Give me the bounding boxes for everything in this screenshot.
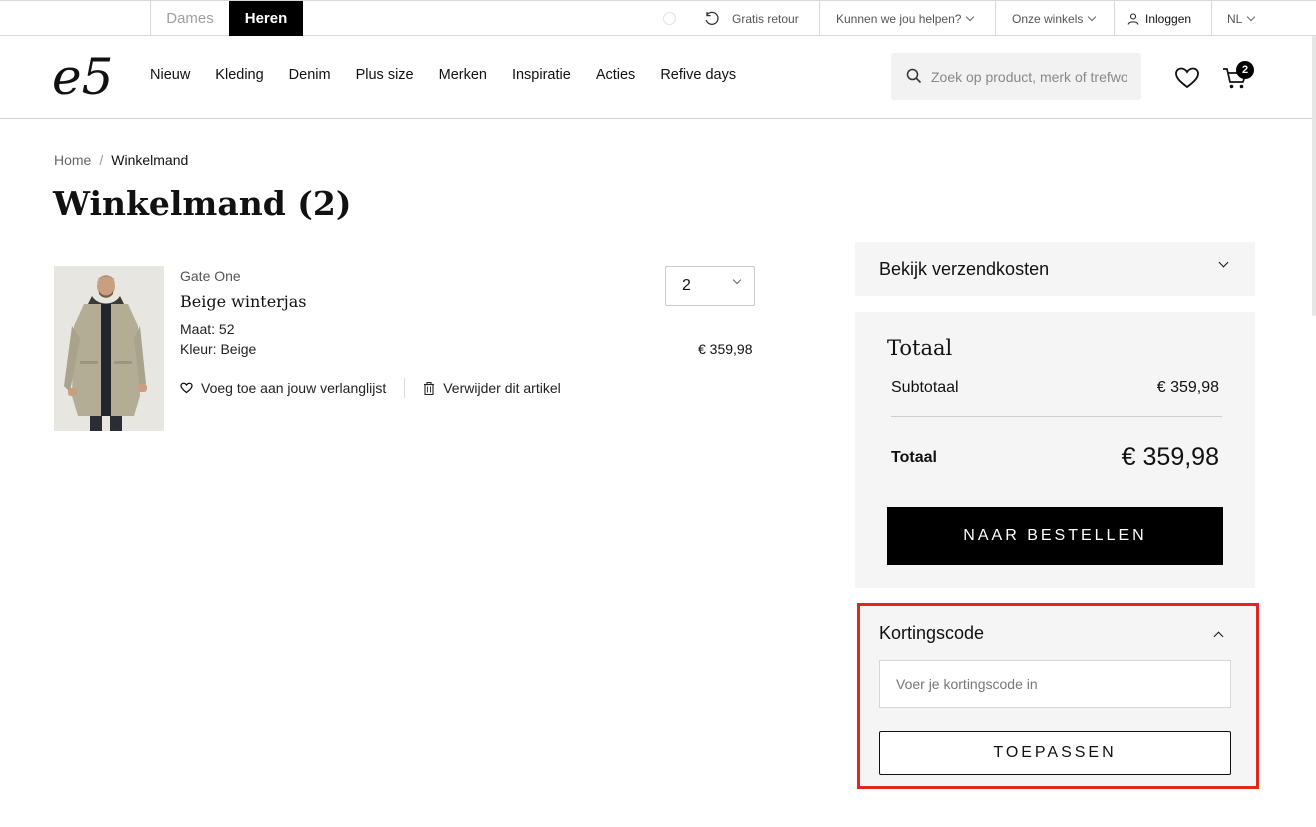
discount-title[interactable]: Kortingscode (879, 623, 984, 644)
discount-code-input[interactable] (879, 660, 1231, 708)
quantity-value: 2 (682, 277, 691, 294)
chevron-down-icon (1088, 12, 1097, 21)
nav-item-acties[interactable]: Acties (596, 67, 636, 83)
order-totals-panel: Totaal Subtotaal € 359,98 Totaal € 359,9… (855, 312, 1255, 588)
search-icon[interactable] (906, 68, 922, 84)
color-value: Beige (220, 341, 257, 357)
nav-item-nieuw[interactable]: Nieuw (150, 67, 190, 83)
gender-tab-heren[interactable]: Heren (229, 1, 303, 36)
discount-code-panel: Kortingscode TOEPASSEN (857, 603, 1259, 789)
user-icon (1127, 12, 1139, 25)
language-label: NL (1227, 11, 1243, 26)
item-price: € 359,98 (698, 341, 753, 357)
nav-item-merken[interactable]: Merken (439, 67, 487, 83)
subtotal-label: Subtotaal (891, 379, 959, 396)
product-image[interactable] (54, 266, 164, 431)
main-header: e5 Nieuw Kleding Denim Plus size Merken … (0, 36, 1316, 119)
size-value: 52 (218, 321, 235, 337)
info-icon (663, 12, 676, 25)
remove-label: Verwijder dit artikel (443, 380, 561, 396)
help-label: Kunnen we jou helpen? (836, 11, 962, 26)
main-navigation: Nieuw Kleding Denim Plus size Merken Ins… (150, 67, 761, 83)
chevron-down-icon (1218, 257, 1229, 268)
e5-logo[interactable]: e5 (52, 50, 112, 106)
action-divider (404, 378, 406, 398)
page-title: Winkelmand (2) (53, 184, 352, 223)
login-label: Inloggen (1145, 11, 1192, 26)
product-brand: Gate One (180, 268, 241, 284)
search-box (891, 53, 1141, 100)
nav-item-refive-days[interactable]: Refive days (660, 67, 736, 83)
heart-icon[interactable] (1174, 66, 1200, 90)
chevron-down-icon (966, 12, 975, 21)
stores-label: Onze winkels (1012, 11, 1084, 26)
add-to-wishlist-button[interactable]: Voeg toe aan jouw verlanglijst (180, 380, 386, 396)
chevron-down-icon (1247, 12, 1256, 21)
product-size: Maat: 52 (180, 321, 234, 337)
apply-discount-button[interactable]: TOEPASSEN (879, 731, 1231, 775)
heart-icon (180, 382, 193, 394)
wishlist-label: Voeg toe aan jouw verlanglijst (201, 380, 387, 396)
quantity-select[interactable]: 2 (665, 266, 755, 306)
product-photo-illustration (54, 266, 164, 431)
product-name[interactable]: Beige winterjas (180, 292, 307, 311)
help-dropdown[interactable]: Kunnen we jou helpen? (819, 1, 996, 36)
breadcrumb: Home / Winkelmand (54, 152, 188, 168)
totals-divider (891, 416, 1222, 417)
gender-tab-dames[interactable]: Dames (150, 1, 229, 36)
subtotal-row: Subtotaal € 359,98 (891, 379, 1219, 397)
page-scrollbar[interactable] (1312, 36, 1316, 316)
retour-icon (705, 11, 719, 25)
checkout-button[interactable]: NAAR BESTELLEN (887, 507, 1223, 565)
breadcrumb-home[interactable]: Home (54, 152, 91, 168)
nav-item-plus-size[interactable]: Plus size (356, 67, 414, 83)
item-actions: Voeg toe aan jouw verlanglijst Verwijder… (180, 378, 561, 398)
trash-icon (424, 381, 435, 395)
cart-count-badge: 2 (1236, 61, 1254, 79)
total-label: Totaal (891, 449, 937, 466)
size-label: Maat: (180, 321, 216, 337)
chevron-up-icon[interactable] (1213, 631, 1224, 642)
nav-item-inspiratie[interactable]: Inspiratie (512, 67, 571, 83)
shipping-costs-accordion[interactable]: Bekijk verzendkosten (855, 242, 1255, 296)
login-link[interactable]: Inloggen (1114, 1, 1212, 36)
product-color: Kleur: Beige (180, 341, 256, 357)
nav-item-denim[interactable]: Denim (289, 67, 331, 83)
breadcrumb-separator: / (99, 152, 104, 168)
top-utility-bar: Dames Heren Gratis retour Kunnen we jou … (0, 0, 1316, 36)
stores-dropdown[interactable]: Onze winkels (995, 1, 1115, 36)
free-return-label: Gratis retour (732, 11, 799, 26)
shipping-label: Bekijk verzendkosten (879, 258, 1050, 279)
breadcrumb-current: Winkelmand (111, 152, 189, 168)
subtotal-value: € 359,98 (1156, 379, 1219, 396)
language-selector[interactable]: NL (1211, 1, 1281, 36)
free-return-link[interactable]: Gratis retour (704, 1, 799, 36)
total-value: € 359,98 (1121, 443, 1219, 471)
color-label: Kleur: (180, 341, 217, 357)
chevron-down-icon (732, 275, 742, 285)
remove-item-button[interactable]: Verwijder dit artikel (423, 380, 561, 396)
nav-item-kleding[interactable]: Kleding (215, 67, 263, 83)
search-input[interactable] (931, 53, 1127, 100)
totals-title: Totaal (887, 336, 953, 360)
logo-text: e5 (52, 50, 112, 106)
